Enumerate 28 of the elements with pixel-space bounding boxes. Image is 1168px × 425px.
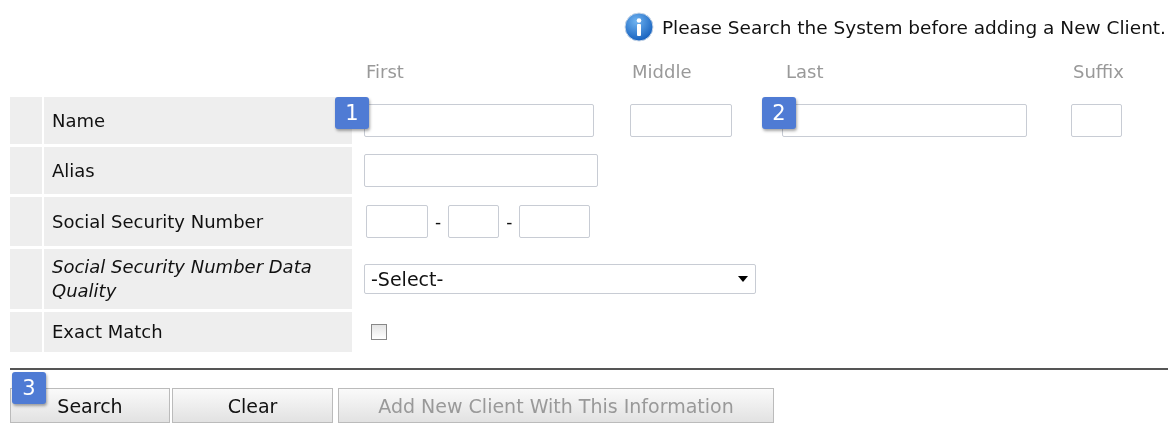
- callout-badge: 3: [12, 372, 46, 404]
- separator: -: [435, 211, 442, 232]
- name-input[interactable]: [630, 104, 732, 137]
- column-label: Middle: [631, 61, 693, 82]
- field-label: Name: [52, 108, 106, 133]
- ssn-input[interactable]: [448, 205, 500, 238]
- column-label: Last: [785, 61, 825, 82]
- name-input[interactable]: [364, 104, 594, 137]
- separator: -: [506, 211, 513, 232]
- field-label: Social Security Number: [52, 209, 264, 234]
- callout-badge: 1: [335, 97, 369, 129]
- name-input[interactable]: [782, 104, 1027, 137]
- select-dropdown[interactable]: -Select-: [364, 264, 756, 294]
- ssn-input[interactable]: [366, 205, 428, 238]
- info-icon: [623, 12, 654, 42]
- ssn-input[interactable]: [519, 205, 591, 238]
- caret-icon: [738, 276, 748, 282]
- callout-badge: 2: [762, 97, 796, 129]
- checkbox[interactable]: [371, 324, 387, 340]
- column-label: Suffix: [1072, 61, 1122, 82]
- name-input[interactable]: [1071, 104, 1122, 137]
- column-label: First: [365, 61, 405, 82]
- field-label: Alias: [52, 158, 95, 183]
- field-label: Social Security Number Data Quality: [52, 255, 313, 303]
- notice-text: Please Search the System before adding a New Client.: [661, 16, 1166, 38]
- alias-input[interactable]: [364, 154, 598, 187]
- field-label: Exact Match: [52, 320, 163, 344]
- action-button[interactable]: Clear: [172, 388, 333, 423]
